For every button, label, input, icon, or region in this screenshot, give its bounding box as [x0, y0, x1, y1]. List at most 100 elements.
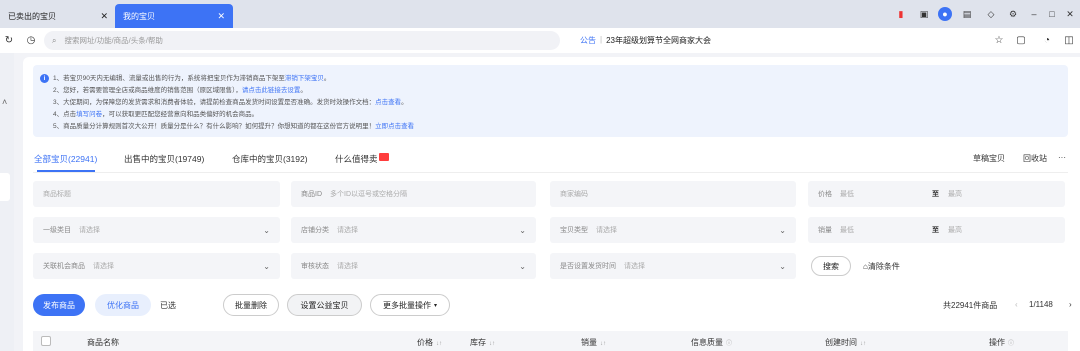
close-icon[interactable]: ✕ [217, 11, 225, 22]
col-sales[interactable]: 销量 ↓↑ [581, 337, 606, 348]
url-input[interactable]: ⌕ 搜索网址/功能/商品/头条/帮助 [44, 31, 560, 50]
shop-category-select[interactable]: 店铺分类 请选择 ⌄ [291, 217, 536, 243]
info-num: 2、 [53, 87, 64, 94]
item-id-input[interactable]: 商品ID 多个ID以逗号或空格分隔 [291, 181, 536, 207]
title-input[interactable]: 商品标题 [33, 181, 280, 207]
notification-icon[interactable]: ◫ [1062, 33, 1076, 47]
merchant-code-input[interactable]: 商家编码 [550, 181, 796, 207]
publish-item-button[interactable]: 发布商品 [33, 294, 85, 316]
reload-icon[interactable]: ↻ [2, 33, 16, 47]
price-range-input[interactable]: 价格 最低 至 最高 [808, 181, 1065, 207]
field-label: 商品ID [301, 191, 322, 198]
info-icon: i [40, 74, 49, 83]
info-link[interactable]: 请点击此链接去设置 [242, 87, 301, 94]
browser-tab-label: 已卖出的宝贝 [8, 11, 56, 21]
more-batch-actions-button[interactable]: 更多批量操作 ▾ [370, 294, 450, 316]
col-label: 创建时间 [825, 338, 857, 347]
ship-time-select[interactable]: 是否设置发货时间 请选择 ⌄ [550, 253, 796, 279]
clear-label: 清除条件 [867, 262, 900, 271]
info-line: 3、大促期间，为保障您的发货需求和消费者体验，请提前检查商品发货时间设置是否准确… [53, 96, 408, 106]
col-name: 商品名称 [87, 338, 119, 347]
account-icon[interactable]: ● [938, 7, 952, 21]
field-placeholder: 请选择 [79, 227, 100, 234]
info-num: 1、 [53, 75, 64, 82]
range-separator: 至 [932, 191, 939, 198]
category-select[interactable]: 一级类目 请选择 ⌄ [33, 217, 280, 243]
chevron-down-icon: ⌄ [779, 225, 786, 235]
info-link[interactable]: 点击查看 [375, 99, 401, 106]
collections-icon[interactable]: ▢ [1014, 33, 1028, 47]
reading-list-icon[interactable]: ▤ [960, 7, 974, 21]
optimize-item-button[interactable]: 优化商品 [95, 294, 151, 316]
extensions-icon[interactable]: ◇ [984, 7, 998, 21]
info-tail: 。 [300, 87, 307, 94]
audit-status-select[interactable]: 审核状态 请选择 ⌄ [291, 253, 536, 279]
sales-range-input[interactable]: 销量 最低 至 最高 [808, 217, 1065, 243]
sales-min[interactable]: 最低 [840, 225, 854, 235]
tab-all-items[interactable]: 全部宝贝(22941) [34, 153, 97, 165]
field-placeholder: 请选择 [624, 263, 645, 270]
info-link[interactable]: 滞销下架宝贝 [285, 75, 324, 82]
field-placeholder: 多个ID以逗号或空格分隔 [330, 191, 407, 198]
item-type-select[interactable]: 宝贝类型 请选择 ⌄ [550, 217, 796, 243]
minimize-icon[interactable]: – [1027, 7, 1041, 21]
info-notice-box: i 1、若宝贝90天内无编辑、流量或出售的行为，系统将把宝贝作为滞销商品下架至滞… [33, 65, 1068, 137]
select-all-checkbox[interactable] [41, 336, 51, 346]
maximize-icon[interactable]: □ [1045, 7, 1059, 21]
prev-page-icon[interactable]: ‹ [1015, 300, 1018, 309]
tab-on-sale[interactable]: 出售中的宝贝(19749) [124, 153, 204, 165]
field-label: 店铺分类 [301, 227, 329, 234]
draft-items-link[interactable]: 草稿宝贝 [973, 153, 1005, 164]
opportunity-select[interactable]: 关联机会商品 请选择 ⌄ [33, 253, 280, 279]
bookmark-icon[interactable]: ▮ [894, 7, 908, 21]
title-placeholder: 商品标题 [43, 191, 71, 198]
info-num: 5、 [53, 123, 64, 130]
price-min[interactable]: 最低 [840, 189, 854, 199]
info-link[interactable]: 填写问卷 [76, 111, 102, 118]
batch-delete-button[interactable]: 批量删除 [223, 294, 279, 316]
info-text: 您好，若需要管理全店或商品维度的销售范围（原区域限售）， [63, 87, 242, 94]
next-page-icon[interactable]: › [1069, 300, 1072, 309]
browser-tab-my-items[interactable]: 我的宝贝 ✕ [115, 4, 233, 28]
col-price[interactable]: 价格 ↓↑ [417, 337, 442, 348]
tab-warehouse[interactable]: 仓库中的宝贝(3192) [232, 153, 308, 165]
url-placeholder: 搜索网址/功能/商品/头条/帮助 [64, 36, 163, 45]
info-link[interactable]: 立即点击查看 [375, 123, 414, 130]
favorite-icon[interactable]: ☆ [992, 33, 1006, 47]
info-line: 1、若宝贝90天内无编辑、流量或出售的行为，系统将把宝贝作为滞销商品下架至滞销下… [53, 72, 330, 82]
price-max[interactable]: 最高 [948, 189, 962, 199]
page-indicator: 1/1148 [1029, 300, 1053, 309]
announcement[interactable]: 公告 | 23年超级划算节全网商家大会 [580, 35, 711, 46]
col-stock[interactable]: 库存 ↓↑ [470, 337, 495, 348]
window-close-icon[interactable]: ✕ [1063, 7, 1077, 21]
sales-max[interactable]: 最高 [948, 225, 962, 235]
field-placeholder: 请选择 [337, 227, 358, 234]
chevron-down-icon: ▾ [433, 302, 437, 309]
history-icon[interactable]: ◷ [24, 33, 38, 47]
more-menu-icon[interactable]: ··· [1058, 153, 1066, 162]
close-icon[interactable]: ✕ [100, 11, 108, 22]
set-charity-button[interactable]: 设置公益宝贝 [287, 294, 362, 316]
search-button[interactable]: 搜索 [811, 256, 851, 276]
split-view-icon[interactable]: ▣ [917, 7, 931, 21]
field-placeholder: 请选择 [93, 263, 114, 270]
main-card: i 1、若宝贝90天内无编辑、流量或出售的行为，系统将把宝贝作为滞销商品下架至滞… [23, 57, 1080, 351]
sidebar-handle[interactable] [0, 173, 10, 201]
help-icon[interactable]: ⓘ [1008, 341, 1014, 347]
browser-tab-sold[interactable]: 已卖出的宝贝 ✕ [0, 4, 116, 28]
settings-icon[interactable]: ⚙ [1006, 7, 1020, 21]
col-created[interactable]: 创建时间 ↓↑ [825, 337, 866, 348]
info-num: 4、 [53, 111, 64, 118]
clear-filters-button[interactable]: ⌂清除条件 [863, 261, 900, 272]
clock-icon[interactable]: ◔ [1040, 33, 1054, 47]
tab-worth-selling[interactable]: 什么值得卖 [335, 153, 389, 165]
recycle-bin-link[interactable]: 回收站 [1023, 153, 1047, 164]
chevron-up-icon[interactable]: ˄ [2, 97, 7, 107]
col-label: 销量 [581, 338, 597, 347]
help-icon[interactable]: ⓘ [726, 341, 732, 347]
field-label: 销量 [818, 227, 832, 234]
range-separator: 至 [932, 227, 939, 234]
info-text: 商品质量分计算规则首次大公开！质量分是什么？有什么影响？如何提升？你想知道的都在… [63, 123, 376, 130]
field-placeholder: 请选择 [596, 227, 617, 234]
item-tabs: 全部宝贝(22941) 出售中的宝贝(19749) 仓库中的宝贝(3192) 什… [33, 151, 1068, 173]
